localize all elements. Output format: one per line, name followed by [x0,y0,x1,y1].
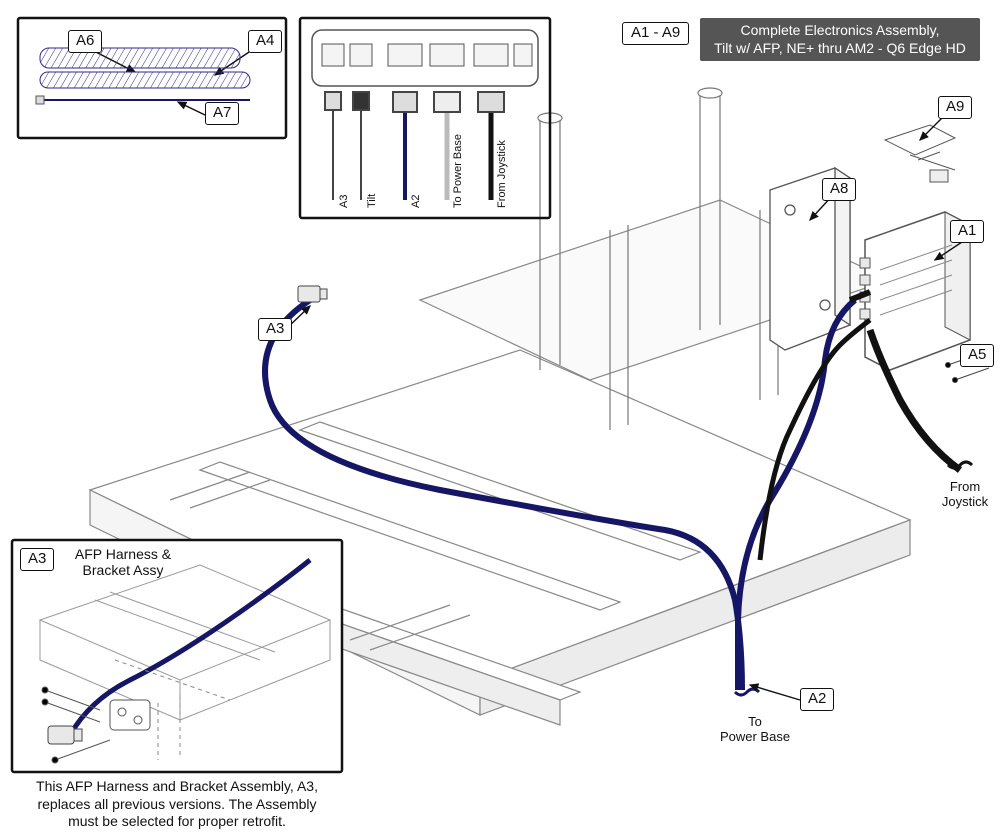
cover-a9 [885,125,955,182]
title-line1: Complete Electronics Assembly, [741,22,940,38]
label-to-power-base: To Power Base [710,715,800,745]
conn-label-tilt: Tilt [366,194,378,208]
conn-label-fj: From Joystick [496,140,508,208]
callout-a8: A8 [822,178,856,201]
afp-inset-label: AFP Harness & Bracket Assy [58,546,188,578]
callout-a7: A7 [205,102,239,125]
callout-a9: A9 [938,96,972,119]
title-line2: Tilt w/ AFP, NE+ thru AM2 - Q6 Edge HD [714,40,966,56]
title-banner: Complete Electronics Assembly, Tilt w/ A… [700,18,980,61]
callout-a3: A3 [258,318,292,341]
callout-a4: A4 [248,30,282,53]
range-box: A1 - A9 [622,22,689,45]
callout-a3-inset: A3 [20,548,54,571]
callout-a1: A1 [950,220,984,243]
diagram-canvas [0,0,1000,832]
callout-a2: A2 [800,688,834,711]
conn-label-tpb: To Power Base [452,134,464,208]
label-from-joystick: From Joystick [930,480,1000,510]
inset-strips [36,48,250,104]
conn-label-a3: A3 [338,195,350,208]
callout-a6: A6 [68,30,102,53]
inset-connector-frame [300,18,550,218]
footnote: This AFP Harness and Bracket Assembly, A… [12,778,342,831]
callout-a5: A5 [960,344,994,367]
conn-label-a2: A2 [410,195,422,208]
